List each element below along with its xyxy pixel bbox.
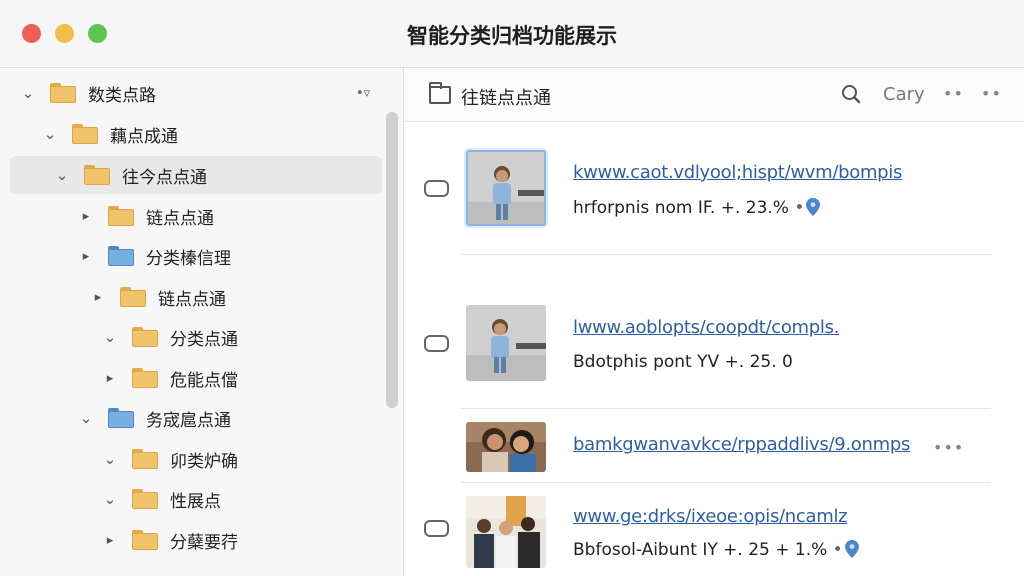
list-divider bbox=[461, 482, 991, 483]
sidebar-item-2[interactable]: ⌄ 往今点点通 bbox=[0, 156, 392, 194]
item-meta-text: Bbfosol-Aibunt IY +. 25 + 1.% bbox=[573, 540, 828, 560]
main-header: 往链点点通 Cary •• •• bbox=[405, 68, 1024, 122]
main-pane: 往链点点通 Cary •• •• kwww.caot.vdlyool;hispt… bbox=[405, 68, 1024, 576]
item-link[interactable]: www.ge:drks/ixeoe:opis/ncamlz bbox=[573, 506, 848, 527]
item-link[interactable]: kwww.caot.vdlyool;hispt/wvm/bompis bbox=[573, 162, 902, 183]
chevron-right-icon[interactable]: ▸ bbox=[76, 249, 96, 264]
folder-icon bbox=[132, 449, 158, 469]
sidebar-item-10[interactable]: ⌄ 性展点 bbox=[0, 480, 392, 518]
overflow-icon[interactable]: •• bbox=[981, 84, 1002, 103]
item-checkbox[interactable] bbox=[424, 180, 449, 197]
sidebar-item-1[interactable]: ⌄ 藕点成通 bbox=[0, 115, 392, 153]
title-bar: 智能分类归档功能展示 bbox=[0, 0, 1024, 68]
search-icon[interactable] bbox=[841, 84, 861, 104]
folder-icon bbox=[132, 489, 158, 509]
item-meta-text: Bdotphis pont YV +. 25. 0 bbox=[573, 352, 793, 372]
sidebar-item-label: 藕点成通 bbox=[110, 126, 178, 147]
sidebar-item-3[interactable]: ▸ 链点点通 bbox=[0, 197, 392, 235]
sidebar-item-label: 卯类炉确 bbox=[170, 451, 238, 472]
chevron-down-icon[interactable]: ⌄ bbox=[52, 166, 72, 184]
separator-dot: • bbox=[788, 198, 805, 218]
chevron-right-icon[interactable]: ▸ bbox=[100, 371, 120, 386]
window-title: 智能分类归档功能展示 bbox=[407, 24, 617, 48]
item-meta: hrforpnis nom IF. +. 23.% • bbox=[573, 198, 821, 218]
sidebar-item-5[interactable]: ▸ 链点点通 bbox=[0, 278, 392, 316]
folder-icon bbox=[108, 246, 134, 266]
item-meta: Bbfosol-Aibunt IY +. 25 + 1.% • bbox=[573, 540, 859, 560]
current-folder-title: 往链点点通 bbox=[461, 88, 551, 109]
chevron-down-icon[interactable]: ⌄ bbox=[76, 409, 96, 427]
list-divider bbox=[461, 254, 991, 255]
more-icon[interactable]: •• bbox=[943, 84, 964, 103]
chevron-right-icon[interactable]: ▸ bbox=[88, 290, 108, 305]
more-icon[interactable]: ••• bbox=[933, 438, 964, 457]
chevron-down-icon[interactable]: ⌄ bbox=[18, 84, 38, 102]
sidebar-item-label: 分类点通 bbox=[170, 329, 238, 350]
item-meta: Bdotphis pont YV +. 25. 0 bbox=[573, 352, 793, 372]
sidebar-item-11[interactable]: ▸ 分蘖要荇 bbox=[0, 521, 392, 559]
item-thumbnail[interactable] bbox=[466, 150, 546, 226]
chevron-down-icon[interactable]: ⌄ bbox=[100, 328, 120, 346]
sidebar-item-label: 分蘖要荇 bbox=[170, 532, 238, 553]
folder-icon bbox=[108, 408, 134, 428]
item-link[interactable]: lwww.aoblopts/coopdt/compls. bbox=[573, 317, 839, 338]
sidebar-item-label: 链点点通 bbox=[158, 289, 226, 310]
chevron-down-icon[interactable]: ⌄ bbox=[100, 490, 120, 508]
folder-icon bbox=[120, 287, 146, 307]
location-pin-icon bbox=[844, 540, 859, 558]
sidebar-item-label: 往今点点通 bbox=[122, 167, 207, 188]
folder-icon bbox=[108, 206, 134, 226]
folder-icon bbox=[50, 83, 76, 103]
sidebar-item-label: 分类榛信理 bbox=[146, 248, 231, 269]
chevron-down-icon[interactable]: ⌄ bbox=[100, 450, 120, 468]
separator-dot: • bbox=[827, 540, 843, 560]
chevron-right-icon[interactable]: ▸ bbox=[76, 209, 96, 224]
item-thumbnail[interactable] bbox=[466, 305, 546, 381]
item-checkbox[interactable] bbox=[424, 335, 449, 352]
chevron-down-icon[interactable]: ⌄ bbox=[40, 125, 60, 143]
sidebar-item-label: 链点点通 bbox=[146, 208, 214, 229]
folder-icon bbox=[429, 82, 451, 104]
item-thumbnail[interactable] bbox=[466, 422, 546, 472]
user-name[interactable]: Cary bbox=[883, 84, 925, 105]
sidebar-item-label: 务宬扈点通 bbox=[146, 410, 231, 431]
location-pin-icon bbox=[806, 198, 821, 216]
chevron-right-icon[interactable]: ▸ bbox=[100, 533, 120, 548]
sidebar-item-8[interactable]: ⌄ 务宬扈点通 bbox=[0, 399, 392, 437]
sidebar-item-6[interactable]: ⌄ 分类点通 bbox=[0, 318, 392, 356]
sidebar-item-label: 性展点 bbox=[170, 491, 221, 512]
sidebar-item-label: 数类点路 bbox=[88, 85, 156, 106]
item-thumbnail[interactable] bbox=[466, 496, 546, 568]
sidebar-item-7[interactable]: ▸ 危能点儅 bbox=[0, 359, 392, 397]
item-link[interactable]: bamkgwanvavkce/rppaddlivs/9.onmps bbox=[573, 434, 910, 455]
folder-icon bbox=[84, 165, 110, 185]
sidebar: •▿ ⌄ 数类点路 ⌄ 藕点成通 ⌄ 往今点点通 ▸ 链点点通 ▸ 分类榛信理 ▸ 链点点通 ⌄ 分类点通… bbox=[0, 68, 404, 576]
sidebar-item-label: 危能点儅 bbox=[170, 370, 238, 391]
folder-icon bbox=[72, 124, 98, 144]
sidebar-item-0[interactable]: ⌄ 数类点路 bbox=[0, 74, 392, 112]
sidebar-item-4[interactable]: ▸ 分类榛信理 bbox=[0, 237, 392, 275]
item-meta-text: hrforpnis nom IF. +. 23.% bbox=[573, 198, 789, 218]
item-checkbox[interactable] bbox=[424, 520, 449, 537]
folder-icon bbox=[132, 368, 158, 388]
list-divider bbox=[461, 408, 991, 409]
sidebar-item-9[interactable]: ⌄ 卯类炉确 bbox=[0, 440, 392, 478]
sidebar-scrollbar-thumb[interactable] bbox=[386, 112, 398, 408]
folder-icon bbox=[132, 327, 158, 347]
folder-icon bbox=[132, 530, 158, 550]
